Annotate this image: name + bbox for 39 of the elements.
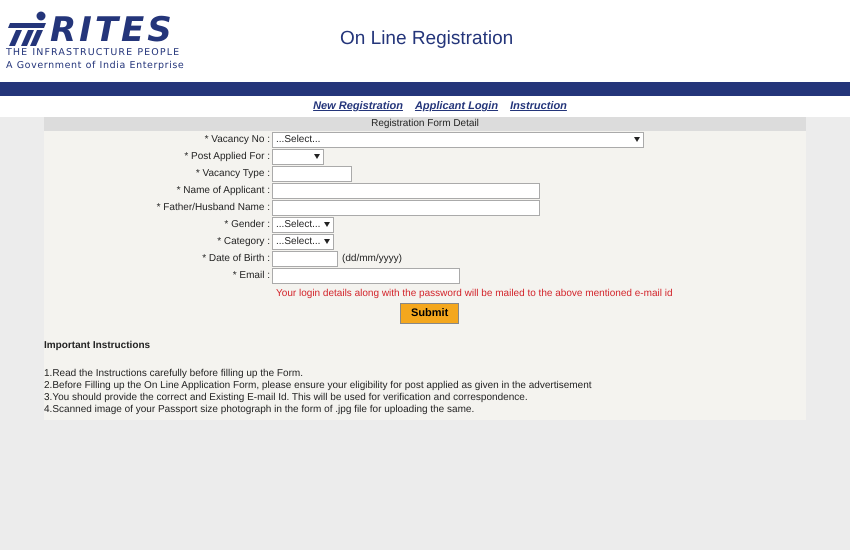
input-field[interactable] bbox=[272, 166, 352, 182]
page-title: On Line Registration bbox=[340, 26, 514, 51]
field-label: * Vacancy Type : bbox=[194, 167, 271, 181]
field-label: * Vacancy No : bbox=[204, 133, 271, 147]
field-label: * Date of Birth : bbox=[201, 252, 271, 266]
input-field[interactable] bbox=[272, 200, 540, 216]
nav-link[interactable]: New Registration bbox=[313, 98, 403, 115]
instruction-item: 1.Read the Instructions carefully before filling up the Form. bbox=[44, 368, 304, 380]
form-heading: Registration Form Detail bbox=[44, 117, 806, 131]
nav-link[interactable]: Instruction bbox=[510, 98, 567, 115]
caret-icon bbox=[314, 154, 320, 159]
field-label: * Email : bbox=[232, 269, 271, 283]
logo-subtitle: A Government of India Enterprise bbox=[6, 59, 186, 74]
instruction-item: 4.Scanned image of your Passport size photograph in the form of .jpg file for uploading the same. bbox=[44, 404, 476, 416]
logo-tagline: THE INFRASTRUCTURE PEOPLE bbox=[6, 46, 182, 60]
field-label: * Category : bbox=[216, 235, 271, 249]
instruction-item: 2.Before Filling up the On Line Application Form, please ensure your eligibility for post applied as given in the advertisement bbox=[44, 380, 593, 392]
input-field[interactable] bbox=[272, 250, 338, 266]
date-format-hint: (dd/mm/yyyy) bbox=[342, 252, 402, 266]
field-label: * Name of Applicant : bbox=[176, 184, 271, 198]
input-field[interactable] bbox=[272, 268, 460, 284]
dropdown[interactable]: ...Select... bbox=[272, 234, 334, 250]
dropdown[interactable]: ...Select... bbox=[272, 216, 334, 232]
field-label: * Gender : bbox=[223, 218, 271, 232]
field-label: * Father/Husband Name : bbox=[156, 201, 271, 215]
email-notice: Your login details along with the password will be mailed to the above mentioned e-mail id bbox=[276, 287, 674, 301]
dropdown[interactable]: ...Select... bbox=[272, 132, 644, 148]
dropdown[interactable] bbox=[272, 148, 324, 164]
logo-wordmark: RITES bbox=[50, 12, 175, 47]
nav-link[interactable]: Applicant Login bbox=[414, 98, 498, 115]
instructions-title: Important Instructions bbox=[44, 340, 152, 352]
caret-icon bbox=[324, 222, 330, 227]
logo-figure-icon bbox=[6, 10, 48, 47]
caret-icon bbox=[634, 137, 640, 142]
input-field[interactable] bbox=[272, 182, 540, 198]
caret-icon bbox=[324, 239, 330, 244]
instruction-item: 3.You should provide the correct and Existing E-mail Id. This will be used for verification and correspondence. bbox=[44, 392, 529, 404]
submit-button[interactable]: Submit bbox=[400, 303, 460, 324]
field-label: * Post Applied For : bbox=[183, 150, 271, 164]
